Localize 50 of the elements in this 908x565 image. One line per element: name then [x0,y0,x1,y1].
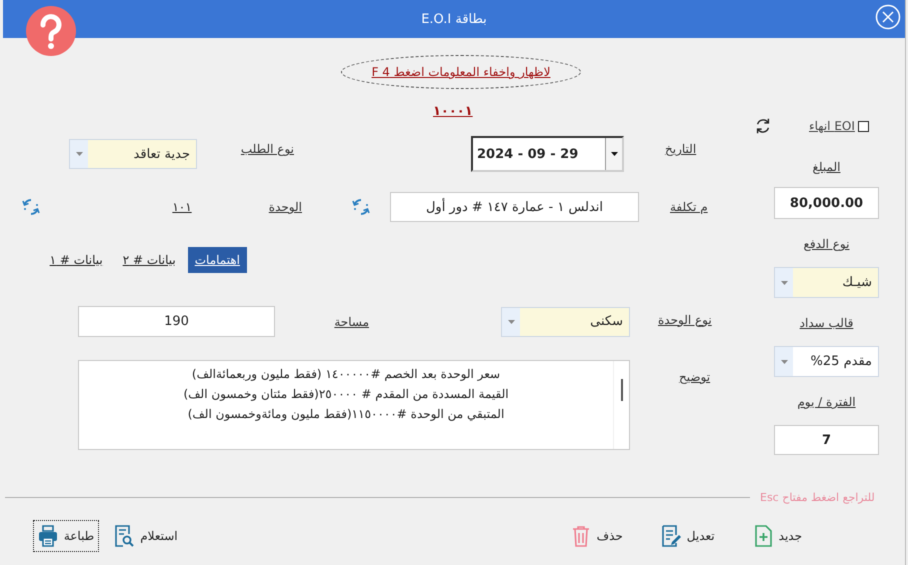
field-label: نوع الطلب [240,142,294,156]
tab[interactable]: اهتمامات [188,247,247,273]
eoi-checkbox[interactable]: EOI انهاء [809,119,869,133]
field-label: المبلغ [812,160,842,176]
edit-button[interactable]: تعديل [656,520,720,552]
new-button[interactable]: جديد [748,520,807,552]
period-field[interactable]: 7 [774,425,879,455]
help-icon [25,5,77,57]
close-icon[interactable] [875,4,901,30]
edit-document-icon [660,525,681,547]
field-label: نوع الوحدة [658,312,712,326]
record-code: ١٠٠٠١ [433,104,473,118]
description-textarea[interactable]: سعر الوحدة بعد الخصم #١٤٠٠٠٠٠ (فقط مليون وربعمائةالف) القيمة المسددة من المقدم # ٢٥٠٠٠٠(فقط مئتان وخمسون الف) المتبقي من الوحدة #١١٥٠٠٠٠(فقط مليون ومائةوخمسون الف) [78,360,630,450]
refresh-icon [22,198,40,216]
caret-icon [76,152,82,156]
query-button[interactable]: استعلام [109,520,183,552]
payment-type-dropdown[interactable]: شيـك [774,267,879,298]
area-field[interactable]: 190 [78,306,275,337]
refresh-icon [352,198,370,216]
print-button[interactable]: طباعة [32,520,100,552]
date-picker[interactable]: 2024 - 09 - 29 [471,136,624,172]
field-label: الفترة / يوم [796,395,857,411]
amount-field[interactable]: 80,000.00 [774,187,879,219]
caret-icon [780,360,788,364]
field-label: قالب سداد [798,316,854,332]
printer-icon [38,525,58,547]
field-label: الوحدة [268,200,302,214]
caret-icon [610,152,618,156]
field-label: م تكلفة [670,200,708,214]
hint-link[interactable]: لاظهار واخفاء المعلومات اضغط F 4 [341,55,581,89]
field-label: التاريخ [665,142,696,156]
undo-hint: للتراجع اضغط مفتاح Esc [760,490,875,504]
field-label: مساحة [333,314,369,328]
search-document-icon [114,525,134,547]
field-label: نوع الدفع [802,237,850,253]
tab[interactable]: بيانات # ١ [46,247,107,273]
new-document-icon [752,525,773,547]
caret-icon [780,280,788,284]
unit-value: ١٠١ [171,200,193,214]
field-label: توضيح [679,370,710,384]
cost-center-field[interactable]: اندلس ١ - عمارة ١٤٧ # دور أول [390,192,639,222]
tab[interactable]: بيانات # ٢ [118,247,180,273]
delete-button[interactable]: حذف [566,520,628,552]
payment-template-dropdown[interactable]: مقدم 25% [774,346,879,377]
trash-icon [570,525,591,547]
unit-type-dropdown[interactable]: سكنى [501,306,630,336]
refresh-icon [754,117,772,135]
request-type-dropdown[interactable]: جدية تعاقد [69,139,197,169]
caret-icon [508,320,514,324]
window-title: بطاقة E.O.I [421,12,487,26]
